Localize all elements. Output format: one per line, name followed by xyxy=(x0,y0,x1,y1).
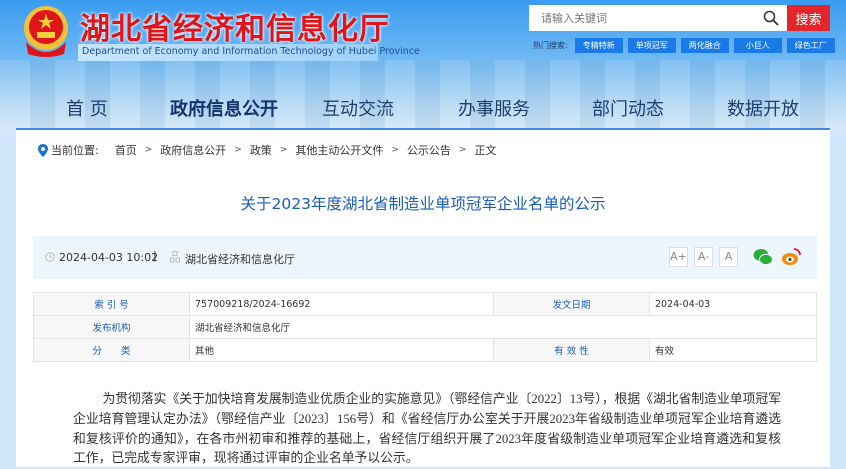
article-source: 湖北省经济和信息化厅 xyxy=(185,253,295,266)
main-nav: 首 页 政府信息公开 互动交流 办事服务 部门动态 数据开放 xyxy=(0,95,846,120)
breadcrumb-separator: > xyxy=(458,145,467,155)
font-larger-button[interactable]: A+ xyxy=(669,247,688,267)
clock-icon xyxy=(45,252,55,262)
breadcrumb-item[interactable]: 公示公告 xyxy=(407,142,451,158)
site-title: 湖北省经济和信息化厅 xyxy=(80,12,390,47)
category-value: 其他 xyxy=(189,338,494,362)
nav-interaction[interactable]: 互动交流 xyxy=(322,95,394,121)
publish-date: 2024-04-03 10:02 xyxy=(59,251,159,264)
font-default-button[interactable]: A xyxy=(719,247,738,267)
site-subtitle: Department of Economy and Information Te… xyxy=(78,44,420,61)
article-body: 为贯彻落实《关于加快培育发展制造业优质企业的实施意见》（鄂经信产业〔2022〕1… xyxy=(73,392,781,466)
breadcrumb-separator: > xyxy=(144,145,153,155)
article-title: 关于2023年度湖北省制造业单项冠军企业名单的公示 xyxy=(240,195,606,213)
index-label: 索 引 号 xyxy=(33,292,190,316)
hot-tag[interactable]: 专精特新 xyxy=(574,38,623,53)
category-label: 分 类 xyxy=(33,338,190,362)
search-button[interactable]: 搜索 xyxy=(787,5,830,31)
index-value: 757009218/2024-16692 xyxy=(189,292,494,316)
publisher-label: 发布机构 xyxy=(33,315,190,339)
weibo-share-icon[interactable] xyxy=(781,247,802,266)
divider: | xyxy=(153,249,157,262)
breadcrumb-separator: > xyxy=(234,145,242,155)
search-box xyxy=(529,5,787,31)
location-pin-icon xyxy=(38,143,48,157)
validity-label: 有 效 性 xyxy=(493,338,650,362)
nav-home[interactable]: 首 页 xyxy=(66,95,108,121)
validity-value: 有效 xyxy=(649,338,817,362)
breadcrumb-item[interactable]: 政府信息公开 xyxy=(160,142,226,158)
breadcrumb-item: 正文 xyxy=(474,144,497,157)
font-smaller-button[interactable]: A- xyxy=(694,247,713,267)
article-meta: 2024-04-03 10:02 | 湖北省经济和信息化厅 A+ A- A xyxy=(33,236,817,279)
hot-tag[interactable]: 绿色工厂 xyxy=(786,38,835,53)
breadcrumb-item[interactable]: 政策 xyxy=(250,142,272,158)
nav-gov-info[interactable]: 政府信息公开 xyxy=(170,95,278,121)
nav-services[interactable]: 办事服务 xyxy=(458,95,530,121)
date-value: 2024-04-03 xyxy=(649,292,817,316)
info-table: 索 引 号 757009218/2024-16692 发文日期 2024-04-03 … xyxy=(33,292,817,362)
publisher-value: 湖北省经济和信息化厅 xyxy=(189,315,817,339)
breadcrumb-separator: > xyxy=(391,145,399,155)
table-row: 发布机构 湖北省经济和信息化厅 xyxy=(33,315,817,339)
breadcrumb-label: 当前位置: xyxy=(51,144,99,157)
date-label: 发文日期 xyxy=(493,292,650,316)
breadcrumb-item[interactable]: 其他主动公开文件 xyxy=(295,142,383,158)
breadcrumb: 当前位置: 首页 > 政府信息公开 > 政策 > 其他主动公开文件 > 公示公告 > 正文 xyxy=(38,142,496,158)
hot-tag[interactable]: 小巨人 xyxy=(733,38,782,53)
table-row: 索 引 号 757009218/2024-16692 发文日期 2024-04-03 xyxy=(33,292,817,316)
nav-data[interactable]: 数据开放 xyxy=(727,95,799,121)
hot-search: 热门搜索: 专精特新 单项冠军 两化融合 小巨人 绿色工厂 xyxy=(533,38,835,53)
hot-tag[interactable]: 单项冠军 xyxy=(627,38,676,53)
hot-search-label: 热门搜索: xyxy=(533,41,568,50)
search-icon[interactable] xyxy=(763,10,779,26)
nav-news[interactable]: 部门动态 xyxy=(592,95,664,121)
national-emblem-icon xyxy=(24,6,68,57)
table-row: 分 类其他有 效 性有效 xyxy=(33,338,817,362)
hot-tag[interactable]: 两化融合 xyxy=(680,38,729,53)
wechat-share-icon[interactable] xyxy=(753,248,773,266)
breadcrumb-item[interactable]: 首页 xyxy=(115,142,137,158)
org-icon xyxy=(170,251,180,263)
breadcrumb-separator: > xyxy=(279,145,288,155)
search-input[interactable] xyxy=(529,5,749,31)
content-panel: 当前位置: 首页 > 政府信息公开 > 政策 > 其他主动公开文件 > 公示公告 > 正文… xyxy=(16,128,830,467)
